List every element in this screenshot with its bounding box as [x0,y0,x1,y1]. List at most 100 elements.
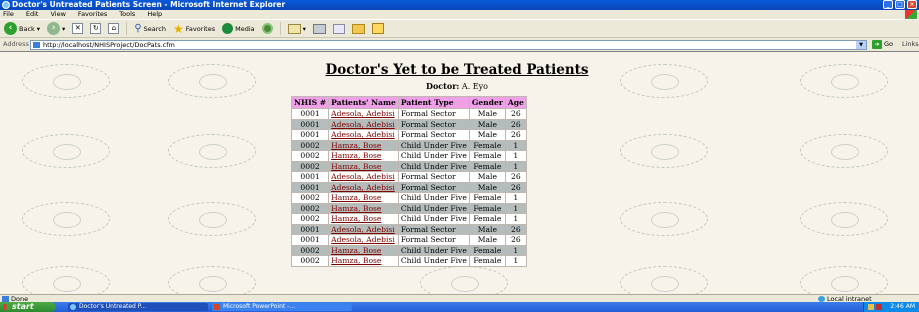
gender-cell: Female [469,245,505,255]
table-row: 0002 Hamza, Bose Child Under Five Female 1 [292,203,526,213]
background-seal [620,134,708,168]
menu-file[interactable]: File [3,10,14,19]
background-seal [620,202,708,236]
gender-cell: Female [469,140,505,150]
patient-type-cell: Child Under Five [398,161,469,171]
doctor-name: A. Eyo [461,82,488,91]
table-row: 0002 Hamza, Bose Child Under Five Female 1 [292,214,526,224]
age-cell: 1 [505,140,526,150]
menu-view[interactable]: View [50,10,65,19]
table-header-row: NHIS # Patients' Name Patient Type Gende… [292,97,526,108]
taskbar: start Doctor's Untreated P... Microsoft … [0,302,919,312]
patient-name-link[interactable]: Adesola, Adebisi [329,130,398,140]
column-header-name: Patients' Name [329,97,398,108]
patient-type-cell: Formal Sector [398,109,469,119]
taskbar-item-ie[interactable]: Doctor's Untreated P... [68,303,208,311]
patient-name-link[interactable]: Adesola, Adebisi [329,172,398,182]
menu-tools[interactable]: Tools [119,10,135,19]
patient-type-cell: Child Under Five [398,214,469,224]
maximize-button[interactable]: □ [895,0,905,9]
mail-button[interactable]: ▾ [286,23,308,34]
refresh-button[interactable]: ↻ [88,23,103,34]
patient-type-cell: Formal Sector [398,235,469,245]
patient-name-link[interactable]: Hamza, Bose [329,151,398,161]
history-button[interactable] [260,23,275,34]
stop-button[interactable]: ✕ [70,23,85,34]
print-button[interactable] [311,23,328,34]
tray-icon[interactable] [876,304,882,310]
address-dropdown-icon[interactable]: ▼ [856,41,866,49]
back-label: Back [19,24,35,33]
patient-name-link[interactable]: Hamza, Bose [329,140,398,150]
address-bar: Address http://localhost/NHISProject/Doc… [0,38,919,51]
patient-type-cell: Formal Sector [398,119,469,129]
messenger-icon [371,23,384,34]
search-button[interactable]: ⚲ Search [132,23,168,34]
patient-name-link[interactable]: Hamza, Bose [329,214,398,224]
forward-dropdown-icon[interactable]: ▾ [62,25,65,33]
folder-button[interactable] [350,23,367,34]
patients-table: NHIS # Patients' Name Patient Type Gende… [291,96,527,267]
favorites-button[interactable]: ★ Favorites [171,23,217,35]
window-title-bar[interactable]: Doctor's Untreated Patients Screen - Mic… [0,0,919,10]
nhis-cell: 0001 [292,235,329,245]
start-label: start [12,302,34,311]
edit-button[interactable] [331,23,347,34]
column-header-nhis: NHIS # [292,97,329,108]
window-controls: _ □ × [883,0,917,9]
patient-name-link[interactable]: Hamza, Bose [329,245,398,255]
patient-name-link[interactable]: Hamza, Bose [329,203,398,213]
media-button[interactable]: Media [220,23,257,34]
home-button[interactable]: ⌂ [106,23,121,34]
background-seal [800,64,888,98]
patient-name-link[interactable]: Adesola, Adebisi [329,182,398,192]
age-cell: 26 [505,119,526,129]
taskbar-item-powerpoint[interactable]: Microsoft PowerPoint -... [212,303,352,311]
star-icon: ★ [172,21,184,36]
gender-cell: Female [469,151,505,161]
table-row: 0002 Hamza, Bose Child Under Five Female 1 [292,193,526,203]
menu-edit[interactable]: Edit [26,10,39,19]
menu-favorites[interactable]: Favorites [78,10,107,19]
start-button[interactable]: start [0,302,56,312]
patient-name-link[interactable]: Hamza, Bose [329,256,398,266]
patient-name-link[interactable]: Hamza, Bose [329,193,398,203]
home-icon: ⌂ [108,23,120,34]
address-input[interactable]: http://localhost/NHISProject/DocPats.cfm… [30,40,867,50]
column-header-gender: Gender [469,97,505,108]
standard-toolbar: ‹ Back ▾ › ▾ ✕ ↻ ⌂ ⚲ Search ★ Favorites … [0,19,919,38]
age-cell: 26 [505,109,526,119]
patient-name-link[interactable]: Adesola, Adebisi [329,224,398,234]
table-row: 0001 Adesola, Adebisi Formal Sector Male 26 [292,109,526,119]
table-row: 0001 Adesola, Adebisi Formal Sector Male 26 [292,130,526,140]
age-cell: 26 [505,172,526,182]
minimize-button[interactable]: _ [883,0,893,9]
nhis-cell: 0002 [292,256,329,266]
forward-button[interactable]: › ▾ [45,22,67,35]
links-button[interactable]: Links [902,38,919,51]
background-seal [420,266,508,294]
patient-name-link[interactable]: Adesola, Adebisi [329,109,398,119]
mail-dropdown-icon: ▾ [302,24,306,33]
close-button[interactable]: × [907,0,917,9]
taskbar-item-label: Microsoft PowerPoint -... [223,303,296,310]
patient-type-cell: Child Under Five [398,245,469,255]
messenger-button[interactable] [370,23,386,34]
menu-help[interactable]: Help [147,10,162,19]
patient-name-link[interactable]: Hamza, Bose [329,161,398,171]
table-row: 0002 Hamza, Bose Child Under Five Female 1 [292,161,526,171]
patient-name-link[interactable]: Adesola, Adebisi [329,119,398,129]
gender-cell: Female [469,203,505,213]
nhis-cell: 0001 [292,172,329,182]
back-dropdown-icon[interactable]: ▾ [37,25,40,33]
patient-name-link[interactable]: Adesola, Adebisi [329,235,398,245]
tray-icon[interactable] [868,304,874,310]
go-button[interactable]: ➜ Go [872,40,893,49]
gender-cell: Male [469,119,505,129]
patient-type-cell: Child Under Five [398,193,469,203]
mail-icon [287,23,301,34]
back-button[interactable]: ‹ Back ▾ [2,22,42,35]
media-icon [222,23,234,34]
age-cell: 26 [505,182,526,192]
folder-icon [351,23,365,34]
